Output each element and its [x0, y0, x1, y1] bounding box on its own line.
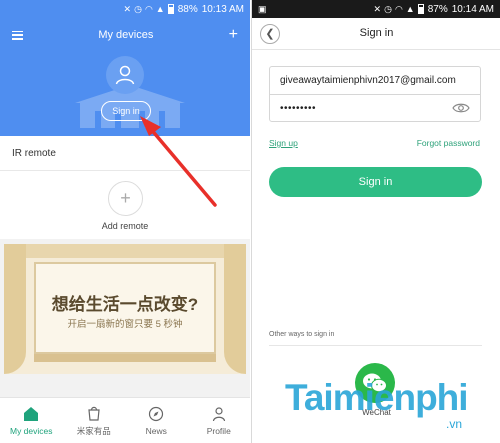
status-bar: ✕ ◷ ◠ ▲ 88% 10:13 AM: [0, 0, 250, 18]
screenshot-root: ✕ ◷ ◠ ▲ 88% 10:13 AM My devices + Sign i…: [0, 0, 500, 443]
password-value: •••••••••: [280, 102, 317, 114]
status-time: 10:13 AM: [201, 3, 244, 15]
banner-subtitle: 开启一扇新的窗只要 5 秒钟: [67, 319, 183, 330]
mute-icon: ✕: [373, 3, 382, 14]
add-remote-area: + Add remote: [0, 171, 250, 239]
status-icons: ✕ ◷ ◠ ▲: [374, 4, 424, 15]
account-header: My devices + Sign in: [0, 18, 250, 136]
tab-label: 米家有品: [76, 425, 111, 436]
tab-news[interactable]: News: [125, 398, 188, 443]
sign-up-link[interactable]: Sign up: [269, 138, 298, 148]
window-sill: [34, 354, 216, 362]
eye-icon[interactable]: [452, 102, 470, 114]
home-icon: [24, 406, 39, 421]
gallery-icon: ▣: [258, 3, 267, 14]
left-phone-screen: ✕ ◷ ◠ ▲ 88% 10:13 AM My devices + Sign i…: [0, 0, 250, 443]
tab-label: My devices: [9, 425, 53, 436]
tab-label: Profile: [206, 425, 231, 436]
watermark-suffix: .vn: [446, 417, 463, 431]
tab-profile[interactable]: Profile: [188, 398, 251, 443]
battery-icon: [167, 4, 174, 14]
status-right: ✕ ◷ ◠ ▲ 87% 10:14 AM: [374, 4, 494, 15]
sign-in-submit-button[interactable]: Sign in: [269, 167, 482, 197]
compass-icon: [149, 406, 164, 421]
watermark-logo: Taimienphi: [285, 377, 469, 418]
add-remote-button[interactable]: +: [108, 181, 143, 216]
divider: [269, 345, 482, 346]
signal-icon: ▲: [155, 4, 165, 14]
password-field[interactable]: •••••••••: [270, 94, 480, 121]
avatar[interactable]: [106, 56, 144, 94]
user-icon: [115, 65, 135, 85]
banner-title: 想给生活一点改变?: [51, 295, 199, 314]
signal-icon: ▲: [405, 4, 415, 14]
ir-remote-row[interactable]: IR remote: [0, 136, 250, 171]
tab-youpin[interactable]: 米家有品: [63, 398, 126, 443]
status-bar: ▣ ✕ ◷ ◠ ▲ 87% 10:14 AM: [252, 0, 500, 18]
wifi-icon: ◠: [394, 3, 403, 14]
sign-in-header: ❮ Sign in: [252, 18, 500, 50]
status-icons: ✕ ◷ ◠ ▲: [124, 4, 174, 15]
bottom-tab-bar: My devices 米家有品 News Profile: [0, 397, 250, 443]
ir-remote-label: IR remote: [12, 148, 56, 159]
add-remote-label: Add remote: [101, 221, 149, 231]
curtain-valance: [4, 244, 246, 258]
sign-in-button[interactable]: Sign in: [101, 101, 151, 121]
top-bar: My devices +: [0, 24, 250, 46]
forgot-password-link[interactable]: Forgot password: [417, 138, 480, 148]
wifi-icon: ◠: [144, 3, 153, 14]
email-field[interactable]: giveawaytaimienphivn2017@gmail.com: [270, 67, 480, 94]
promo-banner[interactable]: 想给生活一点改变? 开启一扇新的窗只要 5 秒钟: [4, 244, 246, 374]
page-title: My devices: [98, 29, 154, 41]
menu-icon[interactable]: [12, 30, 23, 40]
status-time: 10:14 AM: [451, 3, 494, 15]
bag-icon: [88, 406, 100, 421]
tab-my-devices[interactable]: My devices: [0, 398, 63, 443]
page-title: Sign in: [359, 27, 394, 39]
battery-percent: 87%: [427, 3, 448, 15]
credentials-form: giveawaytaimienphivn2017@gmail.com •••••…: [269, 66, 481, 122]
battery-icon: [417, 4, 424, 14]
other-ways-label: Other ways to sign in: [269, 331, 335, 338]
email-value: giveawaytaimienphivn2017@gmail.com: [280, 75, 456, 86]
add-device-icon[interactable]: +: [229, 27, 238, 43]
tab-label: News: [145, 425, 167, 436]
alarm-icon: ◷: [384, 3, 392, 14]
person-icon: [212, 406, 225, 421]
mute-icon: ✕: [123, 3, 132, 14]
alarm-icon: ◷: [134, 3, 142, 14]
battery-percent: 88%: [177, 3, 198, 15]
